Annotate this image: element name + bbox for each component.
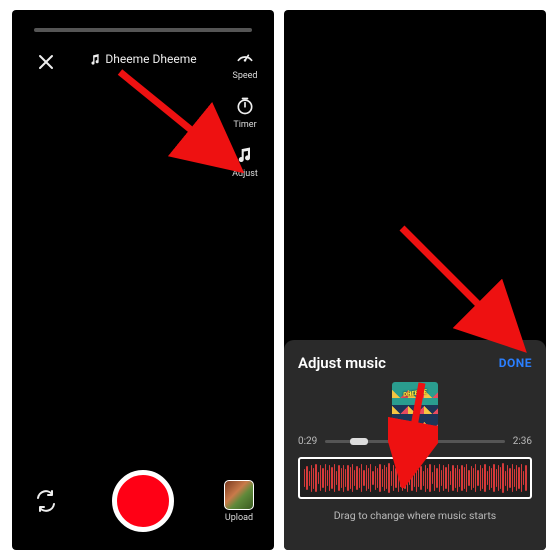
record-button[interactable] xyxy=(112,470,174,532)
upload-button[interactable]: Upload xyxy=(224,480,254,523)
adjust-button[interactable]: Adjust xyxy=(232,144,258,179)
music-adjust-icon xyxy=(234,144,256,166)
speed-button[interactable]: Speed xyxy=(232,46,257,81)
speed-label: Speed xyxy=(232,71,257,81)
speedometer-icon xyxy=(234,46,256,68)
gallery-thumbnail xyxy=(224,480,254,510)
side-controls: Speed Timer Adjust xyxy=(222,46,268,179)
recording-progress xyxy=(34,28,252,32)
time-total: 2:36 xyxy=(513,436,532,447)
timer-label: Timer xyxy=(233,120,256,130)
bottom-bar: Upload xyxy=(12,466,274,536)
timer-icon xyxy=(234,95,256,117)
timeline-selection xyxy=(350,438,368,445)
time-current: 0:29 xyxy=(298,436,317,447)
waveform-bars xyxy=(304,463,526,493)
timer-button[interactable]: Timer xyxy=(233,95,256,130)
camera-screen: Dheeme Dheeme Speed Timer Adjust xyxy=(12,10,274,550)
scrub-hint: Drag to change where music starts xyxy=(298,509,532,522)
album-art xyxy=(392,382,438,428)
timeline-row: 0:29 2:36 xyxy=(298,436,532,447)
adjust-label: Adjust xyxy=(232,169,258,179)
music-note-icon xyxy=(89,54,100,65)
upload-label: Upload xyxy=(225,513,253,523)
waveform-scrubber[interactable] xyxy=(298,457,532,499)
timeline-track[interactable] xyxy=(325,440,504,443)
sheet-header: Adjust music DONE xyxy=(298,354,532,372)
song-title-text: Dheeme Dheeme xyxy=(105,52,196,66)
adjust-music-sheet: Adjust music DONE 0:29 2:36 Drag to chan… xyxy=(284,340,546,550)
swap-camera-button[interactable] xyxy=(32,487,60,515)
sheet-title: Adjust music xyxy=(298,354,386,372)
swap-camera-icon xyxy=(34,489,58,513)
adjust-music-screen: Adjust music DONE 0:29 2:36 Drag to chan… xyxy=(284,10,546,550)
done-button[interactable]: DONE xyxy=(499,356,532,370)
